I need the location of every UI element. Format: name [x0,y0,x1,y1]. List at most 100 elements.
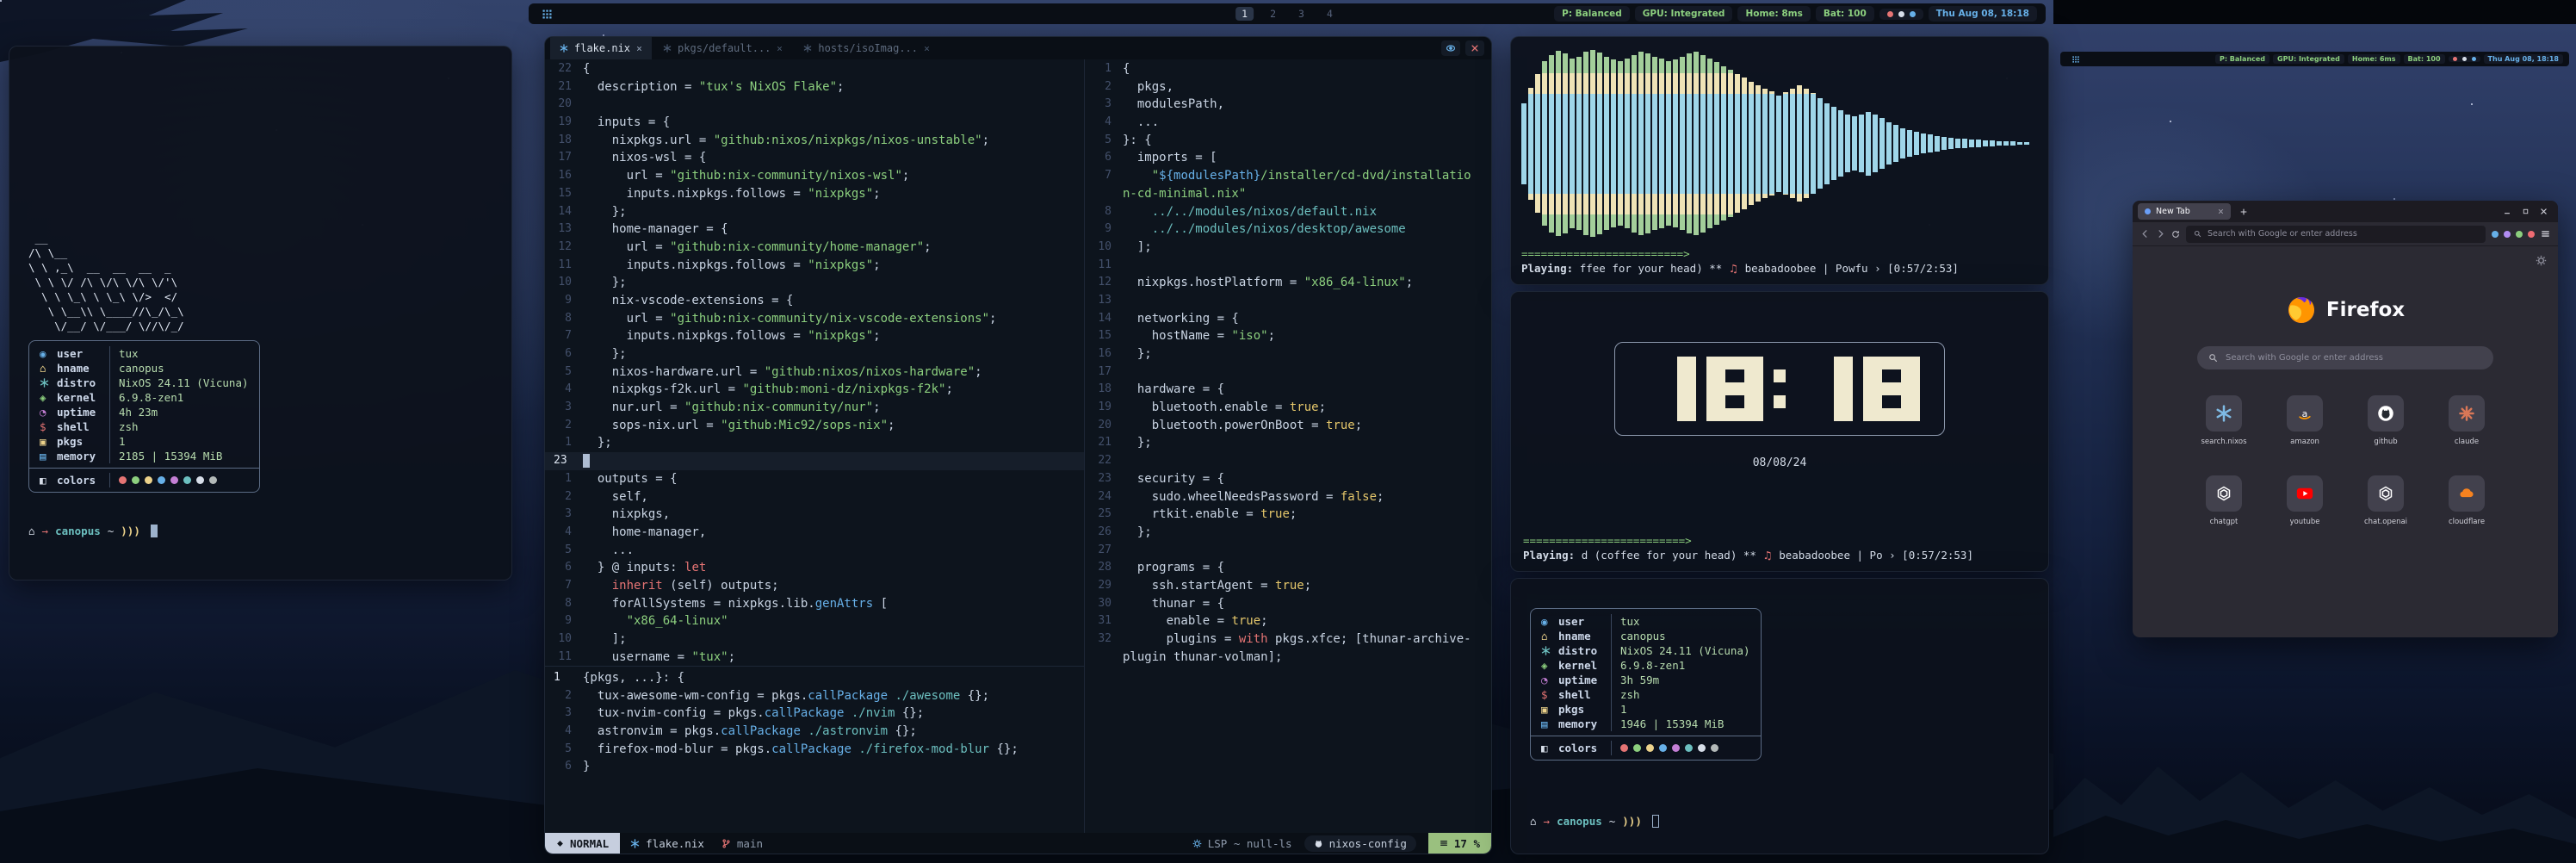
workspace-tag-1[interactable]: 1 [1235,7,1254,21]
workspace-tag-2[interactable]: 2 [1264,7,1282,21]
newtab-search-input[interactable] [2226,353,2482,363]
status-module-p[interactable]: P: Balanced [2215,54,2269,64]
cava-bar [1707,46,1712,241]
editor-tab-hosts-isoImag-[interactable]: hosts/isoImag... [794,37,939,59]
palette-dot [196,476,204,484]
shortcut-tile-claude[interactable]: claude [2429,395,2505,446]
network-icon[interactable] [2472,57,2476,61]
palette-dot [1672,744,1680,752]
line-number: 8 [545,310,583,328]
extension-icon-1[interactable] [2492,231,2499,238]
shell-prompt[interactable]: ⌂→canopus~))) [1530,814,2029,829]
terminal-fastfetch-right[interactable]: ◉usertux⌂hnamecanopusdistroNixOS 24.11 (… [1510,578,2049,854]
code-text: } @ inputs: let [583,559,706,577]
cava-bar [1804,46,1809,241]
shortcut-tile-cloudflare[interactable]: cloudflare [2429,475,2505,526]
code-line: 23 security = { [1085,470,1491,488]
menu-button[interactable] [2541,229,2550,239]
cava-bar [1556,46,1561,241]
editor-split-pkgs-default[interactable]: 1{pkgs, ...}: {2 tux-awesome-wm-config =… [545,667,1084,833]
code-text: ]; [1123,239,1152,257]
shortcut-label: search.nixos [2201,438,2246,446]
app-launcher-button[interactable] [537,9,556,19]
status-module-home[interactable]: Home: 6ms [2348,54,2400,64]
clock-module[interactable]: Thu Aug 08, 18:18 [2484,54,2563,64]
status-module-p[interactable]: P: Balanced [1554,6,1630,22]
workspace-tag-3[interactable]: 3 [1292,7,1310,21]
status-module-bat[interactable]: Bat: 100 [2404,54,2445,64]
toggle-view-button[interactable] [1441,40,1460,56]
extension-icon-3[interactable] [2516,231,2523,238]
app-launcher-button-secondary[interactable] [2066,56,2085,63]
workspace-tag-4[interactable]: 4 [1321,7,1339,21]
shortcut-tile-search-nixos[interactable]: search.nixos [2186,395,2262,446]
shortcut-tile-github[interactable]: github [2348,395,2424,446]
tab-close-icon[interactable] [924,46,930,52]
editor-split-iso[interactable]: 1{2 pkgs,3 modulesPath,4 ...5}: {6 impor… [1085,59,1491,833]
line-number: 4 [545,381,583,399]
shortcut-tile-youtube[interactable]: youtube [2267,475,2343,526]
editor-left-column: 22{21 description = "tux's NixOS Flake";… [545,59,1085,833]
new-tab-button[interactable] [2236,208,2251,216]
git-branch-icon [721,839,731,848]
tab-close-icon[interactable] [2218,208,2224,214]
extension-icon-4[interactable] [2528,231,2535,238]
refresh-button[interactable] [2171,230,2180,239]
line-number: 24 [1085,488,1123,506]
code-line: 1{pkgs, ...}: { [545,669,1084,687]
editor-tab-flake-nix[interactable]: flake.nix [550,37,652,59]
line-number: 25 [1085,506,1123,524]
firefox-wordmark: Firefox [2326,299,2405,321]
clock-module[interactable]: Thu Aug 08, 18:18 [1929,6,2037,22]
address-input[interactable] [2208,229,2478,239]
info-value-memory: 2185 | 15394 MiB [119,449,222,463]
packages-icon: ▣ [40,434,57,449]
info-label: hname [57,361,110,376]
forward-button[interactable] [2156,229,2165,239]
newtab-search-bar[interactable] [2197,346,2493,369]
status-module-gpu[interactable]: GPU: Integrated [1635,6,1733,22]
desktop: 1234 P: BalancedGPU: IntegratedHome: 8ms… [0,0,2576,863]
cava-bar [1680,46,1685,241]
window-close-button[interactable] [2540,208,2548,215]
tab-close-icon[interactable] [636,46,642,52]
shortcut-tile-chat-openai[interactable]: chat.openai [2348,475,2424,526]
extension-icon-2[interactable] [2504,231,2511,238]
code-text: firefox-mod-blur = pkgs.callPackage ./fi… [583,741,1019,759]
code-text: inputs = { [583,114,670,132]
shortcut-tile-amazon[interactable]: aamazon [2267,395,2343,446]
shortcut-grid: search.nixos aamazongithubclaude chatgpt yo… [2186,395,2505,526]
editor-split-flake[interactable]: 22{21 description = "tux's NixOS Flake";… [545,59,1084,667]
cava-bar [1576,46,1582,241]
line-number [1085,649,1123,667]
status-module-home[interactable]: Home: 8ms [1737,6,1810,22]
music-visualizer-window[interactable]: =========================> Playing: ffee… [1510,36,2049,285]
notification-icon[interactable] [1887,11,1893,17]
tab-close-icon[interactable] [777,46,783,52]
cava-bar [1563,46,1568,241]
window-maximize-button[interactable] [2522,208,2530,215]
notification-icon[interactable] [2453,57,2457,61]
close-window-button[interactable] [1465,40,1484,56]
code-text: ... [583,542,634,560]
terminal-fastfetch-left[interactable]: __ /\ \__ \ \ ,_\ __ __ __ _ \ \ \/ /\ \… [9,46,512,581]
window-minimize-button[interactable] [2503,208,2511,216]
status-module-gpu[interactable]: GPU: Integrated [2273,54,2344,64]
shortcut-label: chatgpt [2210,518,2239,526]
browser-tab-new-tab[interactable]: New Tab [2138,203,2231,220]
editor-tab-pkgs-default-[interactable]: pkgs/default... [653,37,792,59]
info-value-hname: canopus [119,361,164,376]
shortcut-tile-chatgpt[interactable]: chatgpt [2186,475,2262,526]
network-icon[interactable] [1910,11,1916,17]
code-text: inputs.nixpkgs.follows = "nixpkgs"; [583,257,881,275]
back-button[interactable] [2140,229,2150,239]
shell-prompt[interactable]: ⌂→canopus~))) [28,524,492,538]
clock-window[interactable]: 08/08/24 =========================> Play… [1510,291,2049,572]
volume-icon[interactable] [2462,57,2467,61]
volume-icon[interactable] [1898,11,1904,17]
address-bar[interactable] [2186,226,2486,243]
personalize-gear-icon[interactable] [2536,255,2547,266]
status-module-bat[interactable]: Bat: 100 [1816,6,1874,22]
info-row-memory: ▤memory1946 | 15394 MiB [1531,717,1761,731]
now-playing-text: Playing: ffee for your head) ** ♫ beabad… [1521,261,2038,276]
